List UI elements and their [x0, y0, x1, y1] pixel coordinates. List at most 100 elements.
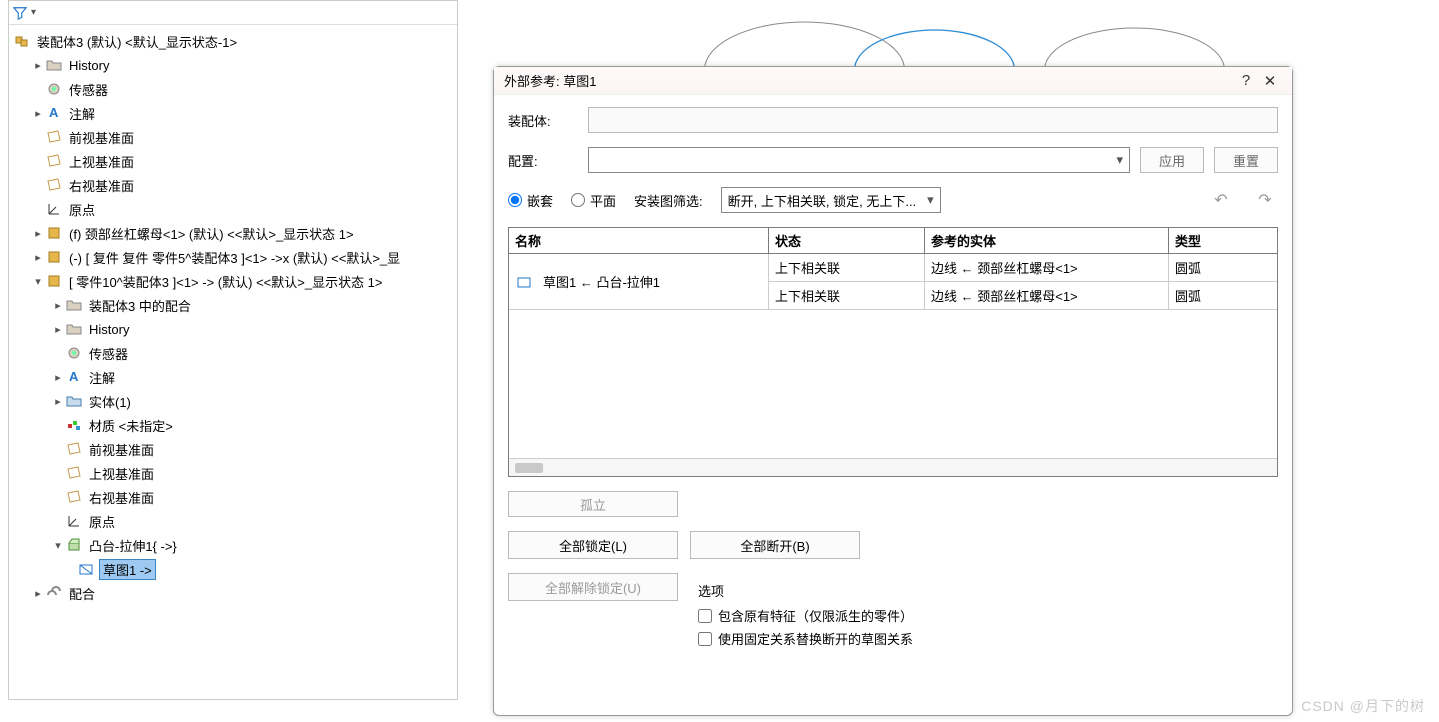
- col-ref-header[interactable]: 参考的实体: [925, 228, 1169, 253]
- tree-mates[interactable]: ▸配合: [9, 581, 457, 605]
- grid-row[interactable]: 草图1 ← 凸台-拉伸1 上下相关联 边线 ← 颈部丝杠螺母<1> 圆弧 上下相…: [509, 254, 1277, 310]
- expand-icon[interactable]: ▸: [31, 251, 45, 264]
- tree-plane-top[interactable]: 上视基准面: [9, 149, 457, 173]
- references-grid: 名称 状态 参考的实体 类型 草图1 ← 凸台-拉伸1 上下相关联 边线 ← 颈…: [508, 227, 1278, 477]
- tree-sub-sensors[interactable]: 传感器: [9, 341, 457, 365]
- lock-all-button[interactable]: 全部锁定(L): [508, 531, 678, 559]
- sketch-icon: [515, 273, 533, 291]
- sensors-icon: [65, 344, 83, 362]
- origin-icon: [45, 200, 63, 218]
- reset-button[interactable]: 重置: [1214, 147, 1278, 173]
- redo-icon[interactable]: ↷: [1252, 187, 1278, 213]
- expand-icon[interactable]: ▸: [31, 107, 45, 120]
- isolate-button[interactable]: 孤立: [508, 491, 678, 517]
- filter-icon[interactable]: [13, 6, 27, 20]
- plane-icon: [65, 464, 83, 482]
- include-original-checkbox[interactable]: 包含原有特征（仅限派生的零件）: [698, 606, 1278, 625]
- collapse-icon[interactable]: ▾: [51, 539, 65, 552]
- dropdown-icon[interactable]: ▾: [31, 7, 36, 18]
- flat-radio[interactable]: 平面: [571, 191, 616, 210]
- expand-icon[interactable]: ▸: [51, 371, 65, 384]
- expand-icon[interactable]: ▸: [51, 323, 65, 336]
- replace-broken-checkbox[interactable]: 使用固定关系替换断开的草图关系: [698, 629, 1278, 648]
- tree-sub-plane-front[interactable]: 前视基准面: [9, 437, 457, 461]
- filter-label: 安装图筛选:: [634, 191, 703, 210]
- undo-icon[interactable]: ↶: [1208, 187, 1234, 213]
- tree-origin[interactable]: 原点: [9, 197, 457, 221]
- expand-icon[interactable]: ▸: [51, 299, 65, 312]
- expand-icon[interactable]: ▸: [51, 395, 65, 408]
- cell-ref: 边线 ← 颈部丝杠螺母<1>: [925, 282, 1169, 309]
- tree-label: 装配体3 (默认) <默认_显示状态-1>: [35, 32, 239, 51]
- chevron-down-icon: ▾: [1116, 152, 1123, 168]
- part-icon: [45, 272, 63, 290]
- tree-history[interactable]: ▸History: [9, 53, 457, 77]
- tree-sub-history[interactable]: ▸History: [9, 317, 457, 341]
- folder-icon: [65, 320, 83, 338]
- tree-boss[interactable]: ▾凸台-拉伸1{ ->}: [9, 533, 457, 557]
- tree-sub-plane-right[interactable]: 右视基准面: [9, 485, 457, 509]
- assembly-icon: [13, 32, 31, 50]
- row-name: 草图1 ← 凸台-拉伸1: [543, 272, 660, 291]
- cell-state: 上下相关联: [769, 282, 925, 309]
- plane-icon: [45, 152, 63, 170]
- break-all-button[interactable]: 全部断开(B): [690, 531, 860, 559]
- help-icon[interactable]: ?: [1234, 69, 1258, 93]
- annotation-icon: A: [65, 368, 83, 386]
- tree-sub-solid[interactable]: ▸实体(1): [9, 389, 457, 413]
- part-icon: [45, 224, 63, 242]
- tree-sub-material[interactable]: 材质 <未指定>: [9, 413, 457, 437]
- watermark: CSDN @月下的树: [1301, 696, 1425, 716]
- options-label: 选项: [698, 581, 1278, 600]
- tree-part-mirror[interactable]: ▸(-) [ 复件 复件 零件5^装配体3 ]<1> ->x (默认) <<默认…: [9, 245, 457, 269]
- col-type-header[interactable]: 类型: [1169, 228, 1277, 253]
- tree-plane-front[interactable]: 前视基准面: [9, 125, 457, 149]
- tree-part10[interactable]: ▾[ 零件10^装配体3 ]<1> -> (默认) <<默认>_显示状态 1>: [9, 269, 457, 293]
- folder-icon: [45, 56, 63, 74]
- tree-part-f[interactable]: ▸(f) 颈部丝杠螺母<1> (默认) <<默认>_显示状态 1>: [9, 221, 457, 245]
- config-label: 配置:: [508, 151, 578, 170]
- tree-plane-right[interactable]: 右视基准面: [9, 173, 457, 197]
- material-icon: [65, 416, 83, 434]
- expand-icon[interactable]: ▸: [31, 59, 45, 72]
- folder-icon: [65, 296, 83, 314]
- filter-select[interactable]: 断开, 上下相关联, 锁定, 无上下...▾: [721, 187, 941, 213]
- cell-type: 圆弧: [1169, 282, 1277, 309]
- tree-root[interactable]: 装配体3 (默认) <默认_显示状态-1>: [9, 29, 457, 53]
- grid-scrollbar[interactable]: [509, 458, 1277, 476]
- dialog-title: 外部参考: 草图1: [504, 71, 1234, 90]
- assembly-input[interactable]: [588, 107, 1278, 133]
- dialog-titlebar[interactable]: 外部参考: 草图1 ? ✕: [494, 67, 1292, 95]
- tree-sub-annot[interactable]: ▸A注解: [9, 365, 457, 389]
- tree-sketch-selected[interactable]: 草图1 ->: [9, 557, 457, 581]
- tree-sub-origin[interactable]: 原点: [9, 509, 457, 533]
- close-icon[interactable]: ✕: [1258, 69, 1282, 93]
- col-name-header[interactable]: 名称: [509, 228, 769, 253]
- svg-text:A: A: [69, 369, 79, 384]
- part-icon: [45, 248, 63, 266]
- expand-icon[interactable]: ▸: [31, 587, 45, 600]
- plane-icon: [65, 488, 83, 506]
- col-state-header[interactable]: 状态: [769, 228, 925, 253]
- chevron-down-icon: ▾: [927, 192, 934, 208]
- tree-sensors[interactable]: 传感器: [9, 77, 457, 101]
- collapse-icon[interactable]: ▾: [31, 275, 45, 288]
- origin-icon: [65, 512, 83, 530]
- assembly-label: 装配体:: [508, 111, 578, 130]
- tree-toolbar: ▾: [9, 1, 457, 25]
- tree-sub-plane-top[interactable]: 上视基准面: [9, 461, 457, 485]
- apply-button[interactable]: 应用: [1140, 147, 1204, 173]
- cell-ref: 边线 ← 颈部丝杠螺母<1>: [925, 254, 1169, 281]
- config-select[interactable]: ▾: [588, 147, 1130, 173]
- tree-sub-mates[interactable]: ▸装配体3 中的配合: [9, 293, 457, 317]
- expand-icon[interactable]: ▸: [31, 227, 45, 240]
- external-references-dialog: 外部参考: 草图1 ? ✕ 装配体: 配置: ▾ 应用 重置 嵌套 平面 安装图…: [493, 66, 1293, 716]
- unlock-all-button[interactable]: 全部解除锁定(U): [508, 573, 678, 601]
- plane-icon: [45, 128, 63, 146]
- extrude-icon: [65, 536, 83, 554]
- cell-state: 上下相关联: [769, 254, 925, 281]
- nested-radio[interactable]: 嵌套: [508, 191, 553, 210]
- tree-annotations[interactable]: ▸A注解: [9, 101, 457, 125]
- cell-type: 圆弧: [1169, 254, 1277, 281]
- sensors-icon: [45, 80, 63, 98]
